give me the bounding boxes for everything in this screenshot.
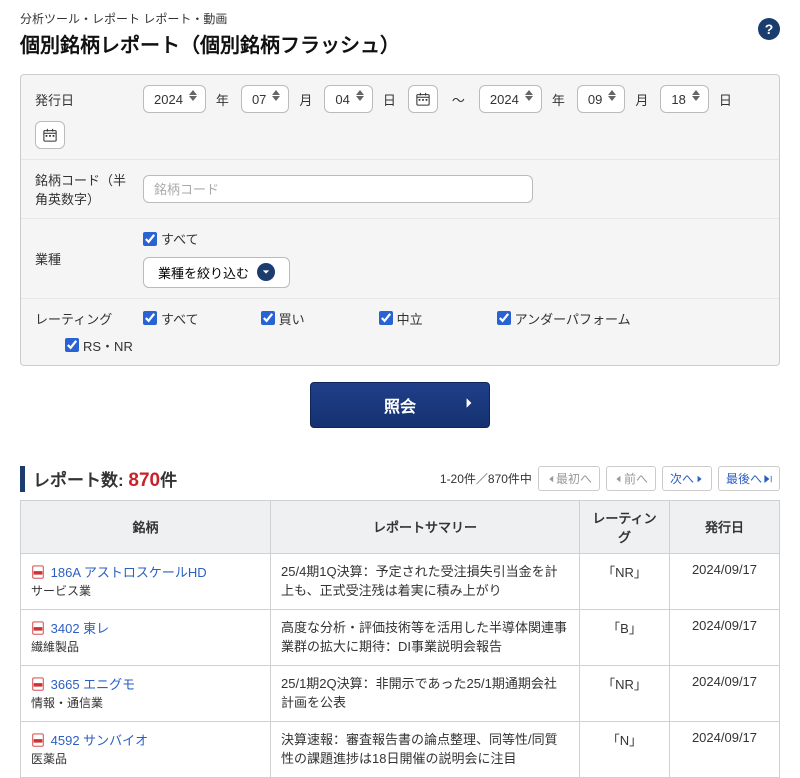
table-row: 3665 エニグモ情報・通信業 25/1期2Q決算：非開示であった25/1期通期会… bbox=[21, 665, 780, 721]
pdf-icon bbox=[31, 565, 45, 579]
pager-next-button[interactable]: 次へ bbox=[662, 466, 712, 491]
month-unit: 月 bbox=[299, 90, 312, 109]
pager-first-button[interactable]: 最初へ bbox=[538, 466, 600, 491]
rating-cell: 「NR」 bbox=[580, 665, 670, 721]
year-unit: 年 bbox=[552, 90, 565, 109]
stock-code-input[interactable] bbox=[143, 175, 533, 203]
report-table: 銘柄 レポートサマリー レーティング 発行日 186A アストロスケールHD サー… bbox=[20, 500, 780, 778]
day-unit: 日 bbox=[383, 90, 396, 109]
tilde: 〜 bbox=[452, 90, 465, 109]
summary-cell: 25/4期1Q決算：予定された受注損失引当金を計上も、正式受注残は着実に積み上が… bbox=[271, 553, 580, 609]
from-month-select[interactable]: 07 bbox=[241, 85, 289, 113]
pager-prev-button[interactable]: 前へ bbox=[606, 466, 656, 491]
pdf-icon bbox=[31, 621, 45, 635]
industry-label: 業種 bbox=[35, 249, 135, 268]
pdf-icon bbox=[31, 677, 45, 691]
col-summary-header: レポートサマリー bbox=[271, 500, 580, 553]
pdf-icon bbox=[31, 733, 45, 747]
summary-cell: 決算速報：審査報告書の論点整理、同等性/同質性の課題進捗は18日開催の説明会に注… bbox=[271, 721, 580, 777]
rating-neutral-checkbox[interactable]: 中立 bbox=[379, 309, 423, 328]
from-calendar-button[interactable] bbox=[408, 85, 438, 113]
rating-buy-checkbox[interactable]: 買い bbox=[261, 309, 305, 328]
chevron-right-icon bbox=[465, 396, 473, 414]
rating-all-checkbox[interactable]: すべて bbox=[143, 309, 199, 328]
search-form: 発行日 2024 年 07 月 04 日 〜 2024 年 09 月 18 日 … bbox=[20, 74, 780, 366]
to-year-select[interactable]: 2024 bbox=[479, 85, 542, 113]
help-icon[interactable]: ? bbox=[758, 18, 780, 40]
date-cell: 2024/09/17 bbox=[670, 609, 780, 665]
table-row: 3402 東レ繊維製品高度な分析・評価技術等を活用した半導体関連事業群の拡大に期… bbox=[21, 609, 780, 665]
summary-cell: 高度な分析・評価技術等を活用した半導体関連事業群の拡大に期待：DI事業説明会報告 bbox=[271, 609, 580, 665]
rating-underperform-checkbox[interactable]: アンダーパフォーム bbox=[497, 309, 631, 328]
rating-cell: 「N」 bbox=[580, 721, 670, 777]
from-day-select[interactable]: 04 bbox=[324, 85, 372, 113]
day-unit: 日 bbox=[719, 90, 732, 109]
from-year-select[interactable]: 2024 bbox=[143, 85, 206, 113]
stock-sector: サービス業 bbox=[31, 582, 260, 599]
chevron-right-icon bbox=[696, 475, 704, 483]
stock-sector: 情報・通信業 bbox=[31, 694, 260, 711]
industry-all-checkbox[interactable]: すべて bbox=[143, 229, 199, 248]
col-date-header: 発行日 bbox=[670, 500, 780, 553]
to-month-select[interactable]: 09 bbox=[577, 85, 625, 113]
table-row: 4592 サンバイオ医薬品決算速報：審査報告書の論点整理、同等性/同質性の課題進… bbox=[21, 721, 780, 777]
date-cell: 2024/09/17 bbox=[670, 553, 780, 609]
summary-cell: 25/1期2Q決算：非開示であった25/1期通期会社計画を公表 bbox=[271, 665, 580, 721]
issue-date-label: 発行日 bbox=[35, 90, 135, 109]
chevron-last-icon bbox=[764, 475, 772, 483]
calendar-icon bbox=[43, 128, 57, 142]
results-range: 1-20件／870件中 bbox=[440, 470, 532, 487]
rating-cell: 「NR」 bbox=[580, 553, 670, 609]
rating-label: レーティング bbox=[35, 309, 135, 328]
stock-code-label: 銘柄コード（半角英数字） bbox=[35, 170, 135, 208]
pager-last-button[interactable]: 最後へ bbox=[718, 466, 780, 491]
to-day-select[interactable]: 18 bbox=[660, 85, 708, 113]
stock-link[interactable]: 3402 東レ bbox=[51, 621, 110, 636]
rating-cell: 「B」 bbox=[580, 609, 670, 665]
stock-link[interactable]: 186A アストロスケールHD bbox=[51, 565, 207, 580]
year-unit: 年 bbox=[216, 90, 229, 109]
chevron-down-icon bbox=[257, 263, 275, 281]
stock-sector: 繊維製品 bbox=[31, 638, 260, 655]
all-label: すべて bbox=[161, 229, 199, 248]
chevron-first-icon bbox=[546, 475, 554, 483]
results-count: 870 bbox=[128, 470, 160, 491]
date-cell: 2024/09/17 bbox=[670, 721, 780, 777]
results-title: レポート数: 870件 bbox=[33, 466, 177, 492]
calendar-icon bbox=[416, 92, 430, 106]
date-cell: 2024/09/17 bbox=[670, 665, 780, 721]
refine-industry-button[interactable]: 業種を絞り込む bbox=[143, 257, 290, 288]
stock-link[interactable]: 4592 サンバイオ bbox=[51, 733, 149, 748]
submit-button[interactable]: 照会 bbox=[310, 382, 490, 428]
table-row: 186A アストロスケールHD サービス業 25/4期1Q決算：予定された受注損失引… bbox=[21, 553, 780, 609]
chevron-left-icon bbox=[614, 475, 622, 483]
stock-sector: 医薬品 bbox=[31, 750, 260, 767]
col-rating-header: レーティング bbox=[580, 500, 670, 553]
col-stock-header: 銘柄 bbox=[21, 500, 271, 553]
rating-rsnr-checkbox[interactable]: RS・NR bbox=[65, 336, 133, 355]
stock-link[interactable]: 3665 エニグモ bbox=[51, 677, 136, 692]
to-calendar-button[interactable] bbox=[35, 121, 65, 149]
month-unit: 月 bbox=[635, 90, 648, 109]
page-title: 個別銘柄レポート（個別銘柄フラッシュ） bbox=[20, 29, 780, 58]
breadcrumb: 分析ツール・レポート レポート・動画 bbox=[20, 10, 780, 27]
